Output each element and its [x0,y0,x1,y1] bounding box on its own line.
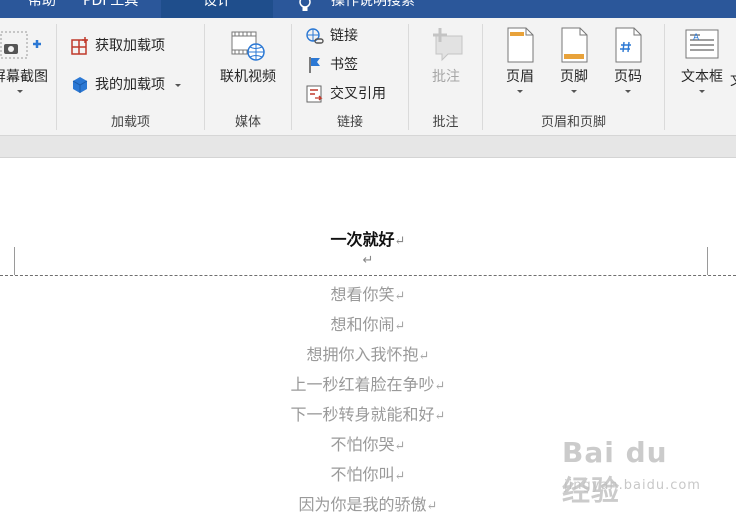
header-title[interactable]: 一次就好↵ [0,230,736,252]
new-comment-button[interactable]: 批注 [418,26,474,86]
bookmark-flag-icon [309,57,320,73]
group-separator [664,24,665,130]
online-video-label: 联机视频 [220,69,276,85]
group-label-header-footer: 页眉和页脚 [540,115,606,130]
body-line: 想看你笑↵ [330,285,406,304]
textbox-button[interactable]: A 文本框 [674,26,730,93]
comment-label: 批注 [432,69,460,85]
group-label-comments: 批注 [432,115,459,130]
screenshot-button[interactable]: 屏幕截图 [0,26,50,93]
body-line: 下一秒转身就能和好↵ [290,405,446,424]
chevron-down-icon [699,90,705,93]
body-line: 想和你闹↵ [330,315,406,334]
chevron-down-icon [571,90,577,93]
tab-pdf-tools[interactable]: PDF工具 [83,0,138,18]
cut-off-label: 文 [730,70,736,90]
page-number-icon [615,27,642,63]
textbox-label: 文本框 [681,69,723,85]
tell-me-search[interactable]: 操作说明搜索 [331,0,415,18]
group-label-addins: 加载项 [110,115,150,130]
ruler-strip [0,136,736,158]
cube-icon [72,77,88,93]
group-label-links: 链接 [336,115,363,130]
ribbon: 屏幕截图 获取加载项 我的加载项 加载项 联机视频 媒体 [0,18,736,136]
cross-reference-button[interactable]: 交叉引用 [305,83,386,105]
svg-text:A: A [693,33,700,43]
link-label: 链接 [330,28,358,44]
cross-reference-icon [306,85,323,103]
screenshot-label: 屏幕截图 [0,69,48,85]
link-button[interactable]: 链接 [305,25,358,47]
get-addins-button[interactable]: 获取加载项 [70,35,165,57]
page-number-label: 页码 [614,69,642,85]
link-globe-icon [306,28,324,44]
my-addins-label: 我的加载项 [95,77,165,93]
cross-reference-label: 交叉引用 [330,86,386,102]
tab-design[interactable]: 设计 [161,0,273,18]
header-title-text: 一次就好 [330,230,395,249]
body-line: 上一秒红着脸在争吵↵ [290,375,446,394]
footer-button[interactable]: 页脚 [552,26,596,93]
body-line: 想拥你入我怀抱↵ [306,345,430,364]
paragraph-mark: ↵ [394,234,406,249]
online-video-button[interactable]: 联机视频 [214,26,282,86]
chevron-down-icon [17,90,23,93]
chevron-down-icon [625,90,631,93]
bookmark-label: 书签 [330,57,358,73]
header-page-icon [507,27,534,63]
textbox-icon: A [685,29,719,59]
footer-page-icon [561,27,588,63]
comment-plus-icon [433,28,463,62]
tab-help[interactable]: 帮助 [28,0,56,18]
store-grid-icon [71,37,88,55]
bookmark-button[interactable]: 书签 [305,54,358,76]
footer-label: 页脚 [560,69,588,85]
header-separator-line [0,275,736,276]
ribbon-tab-bar: 帮助 PDF工具 设计 操作说明搜索 [0,0,736,18]
get-addins-label: 获取加载项 [95,38,165,54]
page-number-button[interactable]: 页码 [606,26,650,93]
header-boundary-left [14,247,15,275]
baidu-jingyan-watermark: Bai du 经验 jingyan.baidu.com [562,432,702,507]
watermark-logo: Bai du 经验 [562,436,668,507]
header-boundary-right [707,247,708,275]
lightbulb-icon [299,0,311,11]
chevron-down-icon [517,90,523,93]
camera-plus-icon [0,31,41,59]
header-button[interactable]: 页眉 [498,26,542,93]
watermark-url: jingyan.baidu.com [564,478,701,493]
header-empty-paragraph: ↵ [362,253,374,268]
my-addins-button[interactable]: 我的加载项 [70,74,181,96]
group-label-media: 媒体 [234,115,261,130]
header-label: 页眉 [506,69,534,85]
chevron-down-icon[interactable] [175,83,181,87]
online-video-icon [231,31,265,61]
